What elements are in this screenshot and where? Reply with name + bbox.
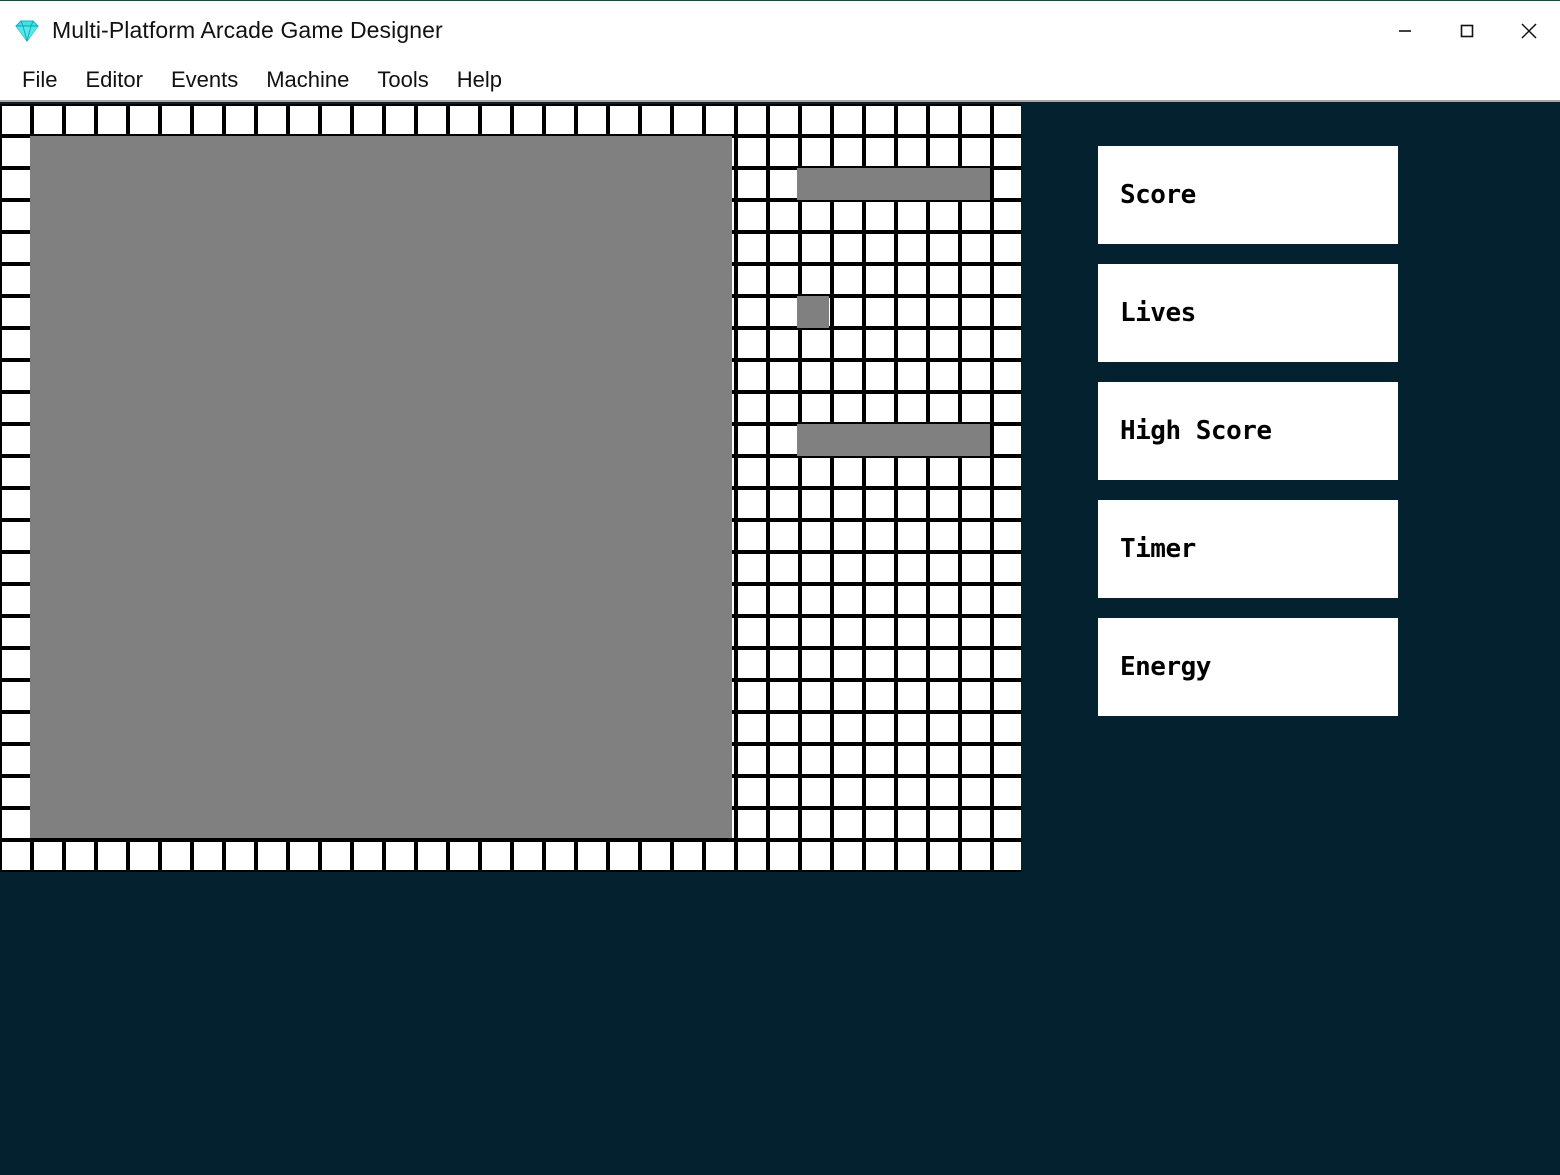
gem-icon [15, 20, 39, 42]
window-controls [1374, 1, 1560, 61]
window-title: Multi-Platform Arcade Game Designer [52, 17, 443, 43]
title-bar: Multi-Platform Arcade Game Designer [0, 0, 1560, 61]
title-bar-left: Multi-Platform Arcade Game Designer [0, 1, 443, 60]
menu-item-file[interactable]: File [8, 65, 71, 95]
menu-item-machine[interactable]: Machine [252, 65, 363, 95]
close-icon [1521, 23, 1537, 39]
sidebar-panel: Score Lives High Score Timer Energy [1098, 146, 1398, 736]
minimize-icon [1399, 30, 1411, 32]
upper-platform-bar[interactable] [797, 168, 990, 200]
tile-blocks-layer [0, 104, 1021, 872]
application-window: Multi-Platform Arcade Game Designer File… [0, 0, 1560, 1175]
menu-item-help[interactable]: Help [443, 65, 516, 95]
sidebar-item-timer[interactable]: Timer [1098, 500, 1398, 598]
maximize-button[interactable] [1436, 1, 1498, 61]
sidebar-item-label: Lives [1120, 298, 1196, 328]
close-button[interactable] [1498, 1, 1560, 61]
menu-item-events[interactable]: Events [157, 65, 252, 95]
maximize-icon [1460, 24, 1474, 38]
menu-bar: File Editor Events Machine Tools Help [0, 60, 1560, 102]
sidebar-item-label: Score [1120, 180, 1196, 210]
minimize-button[interactable] [1374, 1, 1436, 61]
lower-platform-bar[interactable] [797, 424, 990, 456]
sidebar-item-score[interactable]: Score [1098, 146, 1398, 244]
sidebar-item-label: Timer [1120, 534, 1196, 564]
sidebar-item-energy[interactable]: Energy [1098, 618, 1398, 716]
sidebar-item-label: High Score [1120, 416, 1272, 446]
menu-item-tools[interactable]: Tools [363, 65, 442, 95]
single-tile-block[interactable] [797, 296, 829, 328]
sidebar-item-high-score[interactable]: High Score [1098, 382, 1398, 480]
screen-editor-canvas[interactable] [0, 104, 1021, 872]
sidebar-item-label: Energy [1120, 652, 1211, 682]
main-platform-block[interactable] [30, 136, 732, 838]
menu-item-editor[interactable]: Editor [71, 65, 156, 95]
sidebar-item-lives[interactable]: Lives [1098, 264, 1398, 362]
